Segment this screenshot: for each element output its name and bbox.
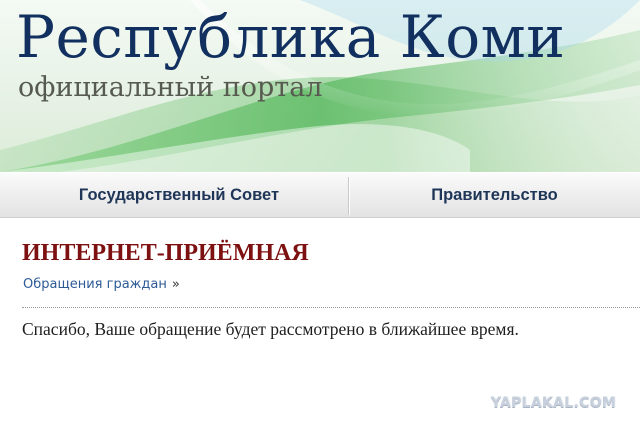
nav-item-government[interactable]: Правительство	[349, 173, 640, 217]
site-header: Республика Коми официальный портал	[0, 0, 640, 172]
breadcrumb-separator: »	[171, 277, 180, 292]
page-title: ИНТЕРНЕТ-ПРИЁМНАЯ	[22, 240, 309, 266]
confirmation-message: Спасибо, Ваше обращение будет рассмотрен…	[22, 319, 519, 339]
site-subtitle: официальный портал	[18, 72, 323, 103]
main-nav: Государственный Совет Правительство	[0, 172, 640, 218]
breadcrumb: Обращения граждан »	[23, 276, 180, 294]
content-divider	[22, 307, 640, 308]
watermark: YAPLAKAL.COM	[490, 395, 616, 411]
site-title[interactable]: Республика Коми	[16, 2, 565, 72]
breadcrumb-link-citizen-appeals[interactable]: Обращения граждан	[23, 277, 167, 292]
nav-item-state-council[interactable]: Государственный Совет	[10, 173, 348, 217]
